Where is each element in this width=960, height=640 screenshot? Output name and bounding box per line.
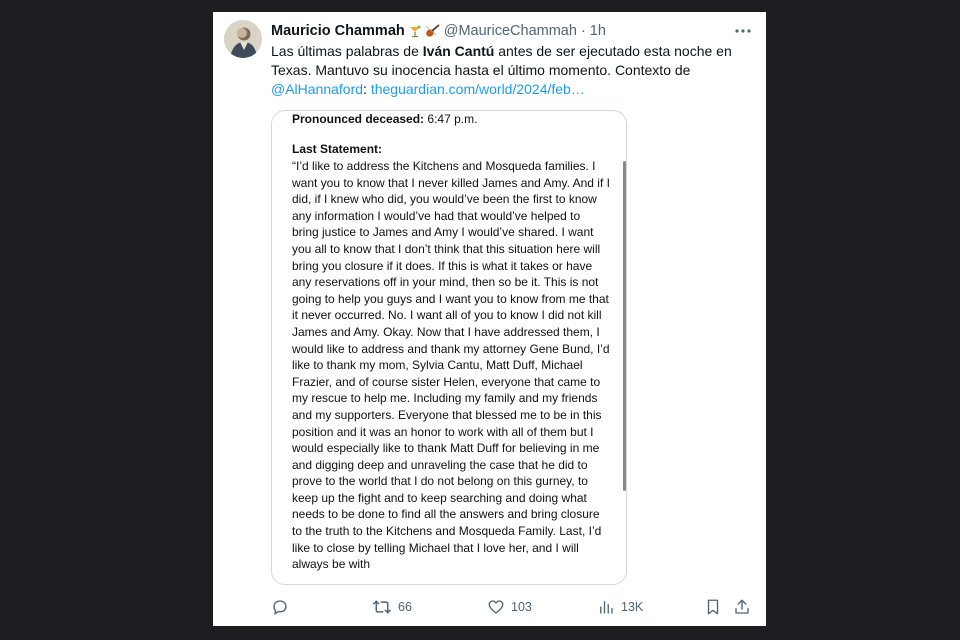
author-handle[interactable]: @MauriceChammah — [444, 23, 577, 39]
cocktail-icon — [409, 25, 421, 38]
retweet-button[interactable]: 66 — [372, 596, 412, 618]
author-display-name[interactable]: Mauricio Chammah — [271, 23, 405, 39]
like-button[interactable]: 103 — [487, 596, 532, 618]
views-icon — [597, 598, 615, 616]
tweet-actions: 66 103 13K — [271, 596, 753, 618]
tweet-text-part3: : — [363, 81, 371, 97]
pronounced-value: 6:47 p.m. — [427, 112, 478, 126]
tweet-text: Las últimas palabras de Iván Cantú antes… — [271, 42, 751, 99]
views-button[interactable]: 13K — [597, 596, 643, 618]
bookmark-icon — [704, 598, 722, 616]
retweet-count: 66 — [398, 600, 412, 614]
heart-icon — [487, 598, 505, 616]
tweet-header: Mauricio Chammah @MauriceChammah · 1h — [271, 21, 754, 41]
document-scrollbar[interactable] — [623, 161, 626, 491]
tweet-timestamp[interactable]: 1h — [590, 23, 606, 39]
tweet-text-part1: Las últimas palabras de — [271, 43, 423, 59]
pronounced-label: Pronounced deceased: — [292, 112, 425, 126]
separator-dot: · — [580, 23, 586, 39]
pronounced-row: Pronounced deceased: 6:47 p.m. — [292, 111, 477, 128]
avatar[interactable] — [224, 20, 262, 58]
retweet-icon — [372, 598, 392, 616]
article-link[interactable]: theguardian.com/world/2024/feb… — [371, 81, 585, 97]
bookmark-button[interactable] — [704, 596, 722, 618]
author-emoji — [408, 24, 440, 38]
views-count: 13K — [621, 600, 644, 614]
tweet-text-bold-name: Iván Cantú — [422, 43, 495, 59]
share-icon — [733, 598, 751, 616]
like-count: 103 — [511, 600, 532, 614]
reply-icon — [271, 598, 289, 616]
mention-link[interactable]: @AlHannaford — [271, 81, 363, 97]
reply-button[interactable] — [271, 596, 295, 618]
statement-text: “I’d like to address the Kitchens and Mo… — [292, 159, 610, 572]
statement-label: Last Statement: — [292, 142, 383, 156]
more-icon[interactable] — [732, 21, 754, 41]
share-button[interactable] — [733, 596, 751, 618]
tweet-card[interactable]: Mauricio Chammah @MauriceChammah · 1h La… — [213, 12, 766, 626]
violin-icon — [425, 24, 440, 37]
tweet-media-image[interactable]: Pronounced deceased: 6:47 p.m. Last Stat… — [271, 110, 627, 585]
